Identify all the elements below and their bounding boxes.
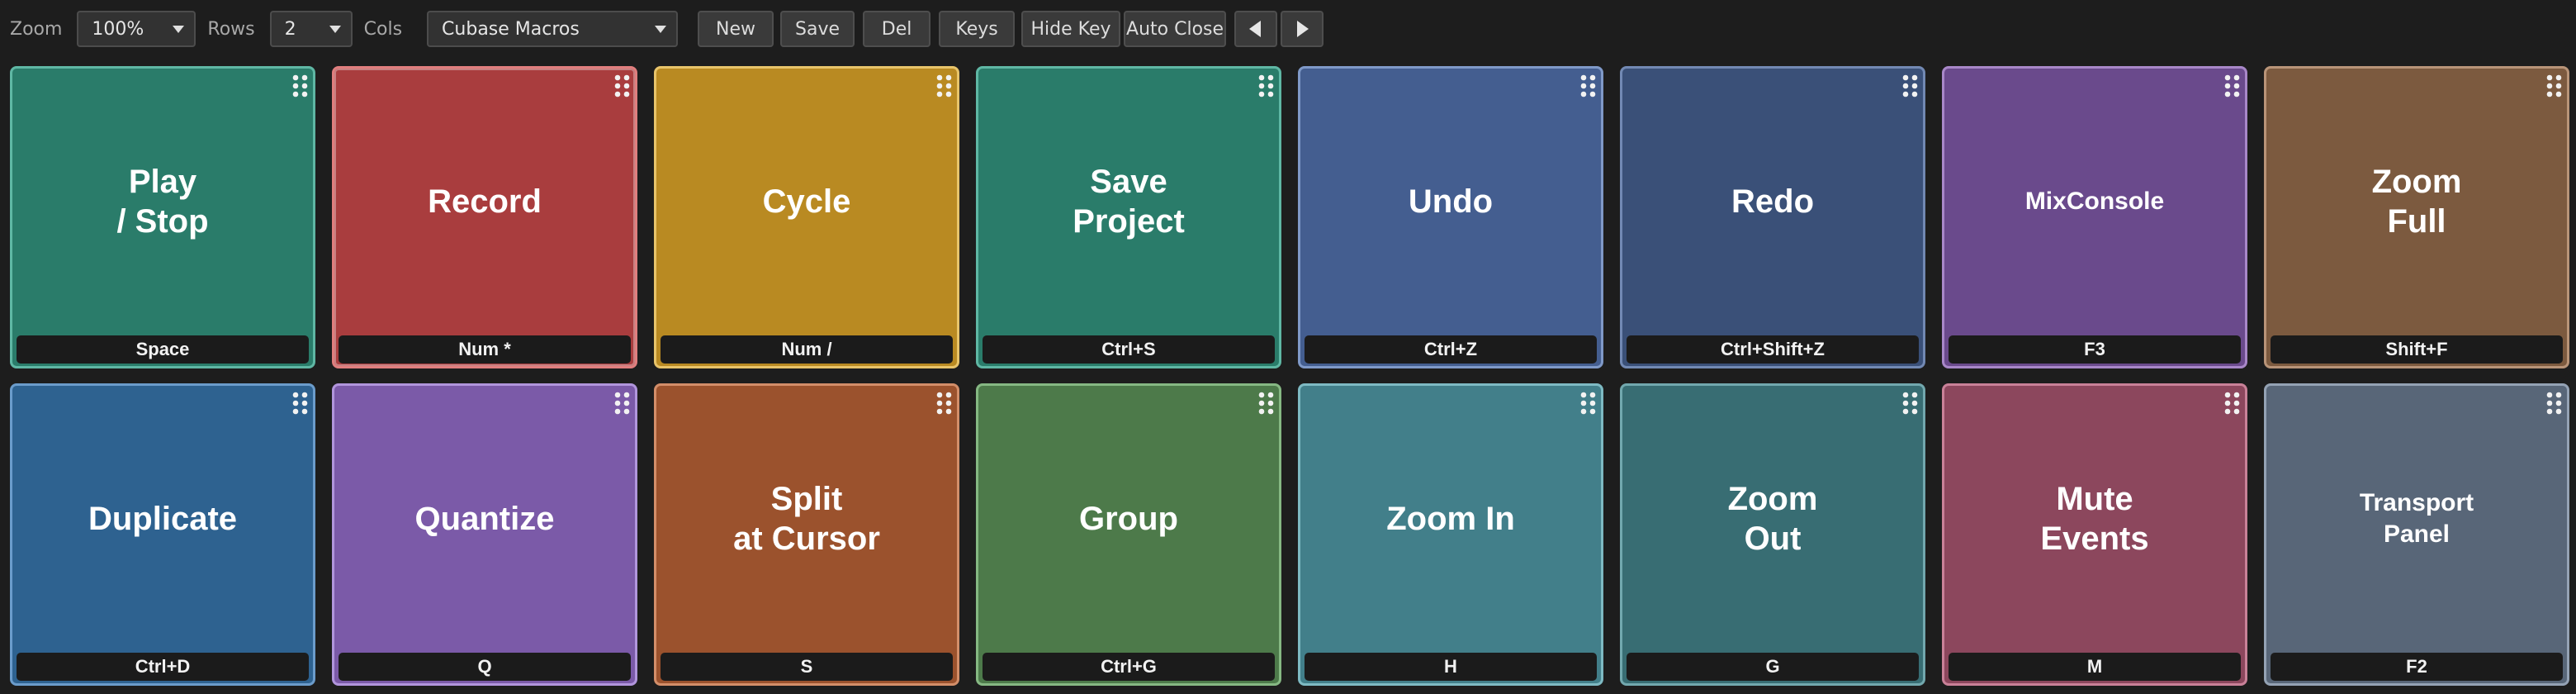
pad-label: Record — [428, 183, 542, 220]
pad-shortcut-key: Num / — [661, 335, 953, 364]
preset-select[interactable]: Cubase Macros — [427, 11, 679, 47]
auto-close-button[interactable]: Auto Close — [1124, 11, 1227, 47]
keys-button[interactable]: Keys — [939, 11, 1016, 47]
rows-label: Rows — [207, 18, 255, 40]
macro-pad[interactable]: Duplicate Ctrl+D — [10, 383, 315, 686]
pad-label: Mute Events — [2040, 481, 2149, 557]
pad-shortcut-key: Ctrl+G — [983, 653, 1275, 681]
save-button[interactable]: Save — [780, 11, 855, 47]
zoom-select[interactable]: 100% — [77, 11, 197, 47]
macro-pad[interactable]: Redo Ctrl+Shift+Z — [1620, 66, 1925, 368]
pad-label: Play / Stop — [116, 164, 209, 240]
drag-handle-icon[interactable] — [935, 74, 954, 98]
drag-handle-icon[interactable] — [1579, 391, 1598, 416]
pad-shortcut-key: Ctrl+D — [17, 653, 309, 681]
pad-grid: Play / Stop Space Record Num * Cycle Num / Sav… — [10, 66, 2569, 686]
drag-handle-icon[interactable] — [1901, 74, 1920, 98]
zoom-label: Zoom — [10, 18, 63, 40]
pad-shortcut-key: Ctrl+Z — [1305, 335, 1597, 364]
macro-pad[interactable]: Group Ctrl+G — [976, 383, 1281, 686]
pad-label: Split at Cursor — [733, 481, 880, 557]
macro-pad[interactable]: Zoom In H — [1298, 383, 1603, 686]
chevron-down-icon — [655, 26, 667, 33]
pad-shortcut-key: Num * — [339, 335, 631, 364]
pad-label: MixConsole — [2024, 188, 2165, 215]
drag-handle-icon[interactable] — [613, 391, 632, 416]
macro-pad[interactable]: Record Num * — [332, 66, 637, 368]
cols-label: Cols — [363, 18, 403, 40]
pad-shortcut-key: G — [1627, 653, 1919, 681]
pad-shortcut-key: Ctrl+S — [983, 335, 1275, 364]
macro-pad[interactable]: Zoom Full Shift+F — [2264, 66, 2569, 368]
del-button[interactable]: Del — [863, 11, 931, 47]
macro-pad[interactable]: Cycle Num / — [654, 66, 959, 368]
macro-pad[interactable]: Undo Ctrl+Z — [1298, 66, 1603, 368]
rows-value: 2 — [284, 18, 296, 40]
pad-shortcut-key: S — [661, 653, 953, 681]
drag-handle-icon[interactable] — [291, 74, 310, 98]
toolbar: Zoom 100% Rows 2 Cols Cubase Macros New … — [0, 0, 2576, 58]
macro-pad[interactable]: Split at Cursor S — [654, 383, 959, 686]
pad-label: Cycle — [762, 183, 851, 220]
pad-shortcut-key: Q — [339, 653, 631, 681]
drag-handle-icon[interactable] — [2223, 391, 2242, 416]
new-button[interactable]: New — [698, 11, 774, 47]
drag-handle-icon[interactable] — [935, 391, 954, 416]
drag-handle-icon[interactable] — [2545, 74, 2564, 98]
drag-handle-icon[interactable] — [1579, 74, 1598, 98]
pad-shortcut-key: M — [1949, 653, 2241, 681]
pad-label: Duplicate — [88, 501, 238, 537]
pad-shortcut-key: F2 — [2271, 653, 2563, 681]
chevron-down-icon — [329, 26, 341, 33]
pad-shortcut-key: Shift+F — [2271, 335, 2563, 364]
pad-label: Zoom In — [1386, 501, 1515, 537]
pad-label: Zoom Out — [1727, 481, 1818, 557]
preset-value: Cubase Macros — [442, 18, 580, 40]
pad-shortcut-key: Ctrl+Shift+Z — [1627, 335, 1919, 364]
pad-label: Redo — [1731, 183, 1814, 220]
macro-pad[interactable]: MixConsole F3 — [1942, 66, 2247, 368]
rows-select[interactable]: 2 — [269, 11, 353, 47]
pad-label: Undo — [1408, 183, 1494, 220]
pad-label: Zoom Full — [2371, 164, 2462, 240]
pad-label: Quantize — [414, 501, 555, 537]
macro-pad[interactable]: Quantize Q — [332, 383, 637, 686]
drag-handle-icon[interactable] — [1257, 391, 1276, 416]
macro-pad[interactable]: Transport Panel F2 — [2264, 383, 2569, 686]
drag-handle-icon[interactable] — [2545, 391, 2564, 416]
macro-pad[interactable]: Save Project Ctrl+S — [976, 66, 1281, 368]
drag-handle-icon[interactable] — [613, 74, 632, 98]
drag-handle-icon[interactable] — [1257, 74, 1276, 98]
macro-pad[interactable]: Play / Stop Space — [10, 66, 315, 368]
hide-key-button[interactable]: Hide Key — [1021, 11, 1121, 47]
next-button[interactable] — [1281, 11, 1324, 47]
triangle-left-icon — [1249, 21, 1262, 37]
pad-label: Save Project — [1073, 164, 1185, 240]
prev-button[interactable] — [1234, 11, 1278, 47]
drag-handle-icon[interactable] — [1901, 391, 1920, 416]
macro-pad[interactable]: Zoom Out G — [1620, 383, 1925, 686]
macro-pad[interactable]: Mute Events M — [1942, 383, 2247, 686]
zoom-value: 100% — [92, 18, 144, 40]
pad-label: Transport Panel — [2359, 489, 2474, 548]
pad-shortcut-key: H — [1305, 653, 1597, 681]
pad-label: Group — [1079, 501, 1178, 537]
drag-handle-icon[interactable] — [291, 391, 310, 416]
chevron-down-icon — [173, 26, 185, 33]
triangle-right-icon — [1297, 21, 1309, 37]
pad-shortcut-key: Space — [17, 335, 309, 364]
drag-handle-icon[interactable] — [2223, 74, 2242, 98]
pad-shortcut-key: F3 — [1949, 335, 2241, 364]
